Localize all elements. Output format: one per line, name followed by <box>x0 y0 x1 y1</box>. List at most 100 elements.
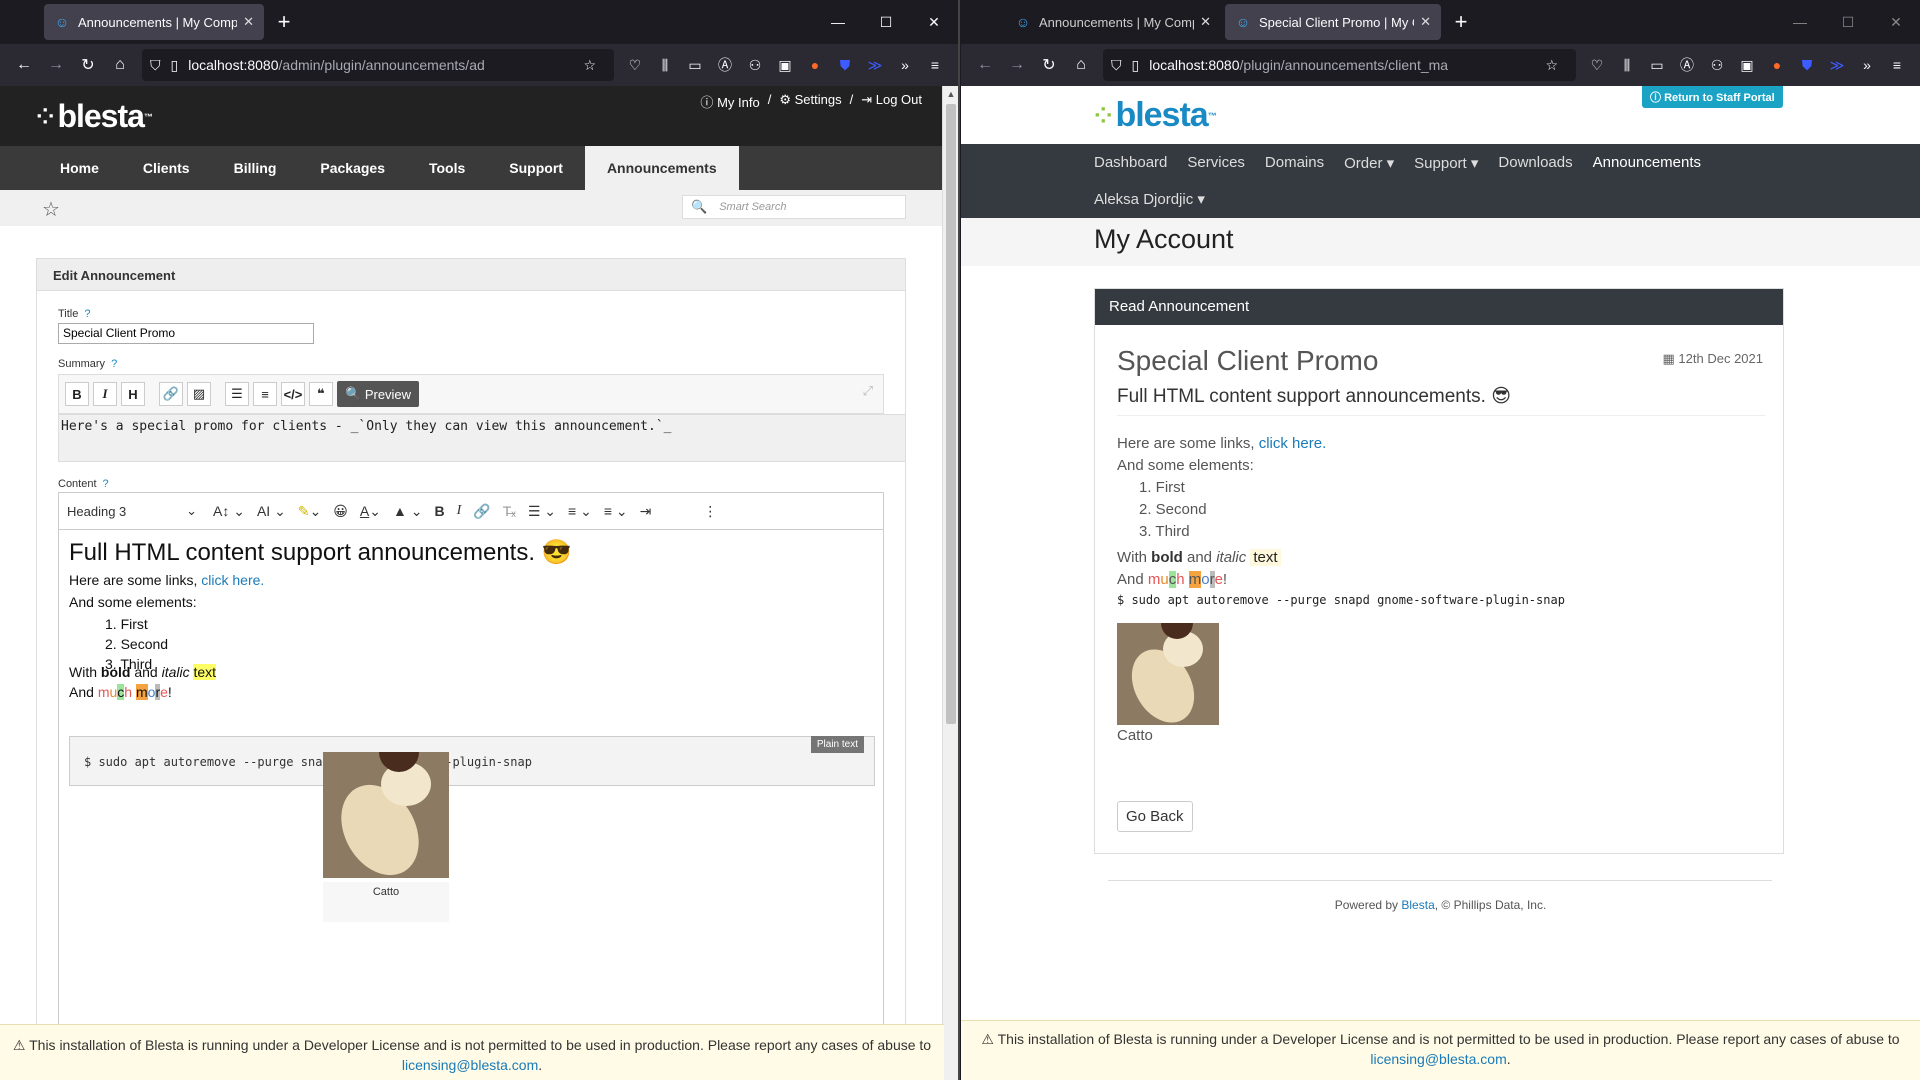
help-icon[interactable]: ? <box>84 308 90 320</box>
extension-a-icon[interactable]: Ⓐ <box>1672 49 1702 81</box>
expand-icon[interactable]: ⤢ <box>863 383 873 399</box>
reload-icon[interactable]: ↻ <box>72 49 104 81</box>
return-to-staff-portal-button[interactable]: ⓘ Return to Staff Portal <box>1642 86 1783 108</box>
preview-button[interactable]: 🔍 Preview <box>337 381 420 407</box>
numbered-list-icon[interactable]: ≡ <box>253 382 277 406</box>
blesta-logo[interactable]: ⁘ blesta ™ <box>1094 96 1217 135</box>
tab-special-client-promo[interactable]: ☺ Special Client Promo | My Comp ✕ <box>1225 4 1441 40</box>
forward-icon[interactable]: → <box>1001 49 1033 81</box>
forward-icon[interactable]: → <box>40 49 72 81</box>
back-icon[interactable]: ← <box>8 49 40 81</box>
back-icon[interactable]: ← <box>969 49 1001 81</box>
bookmark-star-icon[interactable]: ☆ <box>583 57 596 74</box>
close-window-icon[interactable]: ✕ <box>910 0 958 44</box>
help-icon[interactable]: ? <box>103 478 109 490</box>
help-icon[interactable]: ? <box>111 358 117 370</box>
extension-chevron-icon[interactable]: ≫ <box>860 49 890 81</box>
emoji-icon[interactable]: 😀 <box>333 503 348 520</box>
more-options-icon[interactable]: ⋮ <box>703 503 717 520</box>
link-icon[interactable]: 🔗 <box>473 503 490 520</box>
extension-a-icon[interactable]: Ⓐ <box>710 49 740 81</box>
extension-glasses-icon[interactable]: ⚇ <box>740 49 770 81</box>
extension-gray-icon[interactable]: ▣ <box>770 49 800 81</box>
settings-link[interactable]: ⚙ Settings <box>779 92 841 111</box>
image-icon[interactable]: ▨ <box>187 382 211 406</box>
nav-announcements[interactable]: Announcements <box>584 146 739 190</box>
quote-icon[interactable]: ❝ <box>309 382 333 406</box>
heading-dropdown[interactable]: Heading 3 ⌄ <box>67 503 197 519</box>
nav-dashboard[interactable]: Dashboard <box>1094 154 1167 172</box>
menu-icon[interactable]: ≡ <box>920 49 950 81</box>
code-language-label[interactable]: Plain text <box>810 736 864 753</box>
new-tab-button[interactable]: + <box>268 9 300 35</box>
nav-tools[interactable]: Tools <box>407 146 487 190</box>
favorite-star-icon[interactable]: ☆ <box>42 197 60 222</box>
more-extensions-icon[interactable]: » <box>890 49 920 81</box>
licensing-email-link[interactable]: licensing@blesta.com <box>1370 1051 1506 1067</box>
maximize-icon[interactable]: ☐ <box>862 0 910 44</box>
font-size-icon[interactable]: A↕ ⌄ <box>213 503 245 520</box>
scroll-up-icon[interactable]: ▲ <box>943 86 958 102</box>
pocket-icon[interactable]: ♡ <box>1582 49 1612 81</box>
bookmark-star-icon[interactable]: ☆ <box>1545 57 1558 74</box>
italic-icon[interactable]: I <box>457 503 462 519</box>
more-extensions-icon[interactable]: » <box>1852 49 1882 81</box>
font-color-icon[interactable]: A ⌄ <box>360 503 381 520</box>
scroll-thumb[interactable] <box>946 104 956 724</box>
nav-order[interactable]: Order ▾ <box>1344 154 1394 172</box>
nav-clients[interactable]: Clients <box>121 146 212 190</box>
close-tab-icon[interactable]: ✕ <box>1200 14 1211 30</box>
nav-packages[interactable]: Packages <box>298 146 407 190</box>
url-bar[interactable]: ⛉ ▯ localhost:8080/admin/plugin/announce… <box>142 49 614 81</box>
home-icon[interactable]: ⌂ <box>1065 49 1097 81</box>
go-back-button[interactable]: Go Back <box>1117 801 1193 832</box>
extension-glasses-icon[interactable]: ⚇ <box>1702 49 1732 81</box>
title-input[interactable]: Special Client Promo <box>58 323 314 344</box>
numbered-list-icon[interactable]: ≡ ⌄ <box>568 503 592 520</box>
home-icon[interactable]: ⌂ <box>104 49 136 81</box>
nav-downloads[interactable]: Downloads <box>1498 154 1572 172</box>
blesta-logo[interactable]: ⁘ blesta ™ <box>36 98 153 135</box>
user-menu[interactable]: Aleksa Djordjic ▾ <box>1094 190 1205 208</box>
bold-icon[interactable]: B <box>65 382 89 406</box>
sidebar-icon[interactable]: ▭ <box>680 49 710 81</box>
close-window-icon[interactable]: ✕ <box>1872 0 1920 44</box>
nav-support[interactable]: Support <box>487 146 585 190</box>
background-color-icon[interactable]: ▲ ⌄ <box>393 503 422 520</box>
cat-image[interactable] <box>323 752 449 878</box>
blesta-link[interactable]: Blesta <box>1401 898 1434 912</box>
bullet-list-icon[interactable]: ☰ <box>225 382 249 406</box>
duckduckgo-icon[interactable]: ● <box>1762 49 1792 81</box>
close-tab-icon[interactable]: ✕ <box>1420 14 1431 30</box>
nav-home[interactable]: Home <box>38 146 121 190</box>
code-icon[interactable]: </> <box>281 382 305 406</box>
highlight-icon[interactable]: ✎ ⌄ <box>298 503 321 520</box>
library-icon[interactable]: ⫼ <box>1612 49 1642 81</box>
menu-icon[interactable]: ≡ <box>1882 49 1912 81</box>
sidebar-icon[interactable]: ▭ <box>1642 49 1672 81</box>
font-family-icon[interactable]: AI ⌄ <box>257 503 286 520</box>
tab-announcements[interactable]: ☺ Announcements | My Company ✕ <box>44 4 264 40</box>
close-tab-icon[interactable]: ✕ <box>243 14 254 30</box>
my-info-link[interactable]: ⓘ My Info <box>700 92 759 111</box>
wysiwyg-content[interactable]: Full HTML content support announcements.… <box>58 530 884 1080</box>
tab-announcements[interactable]: ☺ Announcements | My Company ✕ <box>1005 4 1221 40</box>
smart-search-input[interactable]: 🔍 Smart Search <box>682 195 906 219</box>
maximize-icon[interactable]: ☐ <box>1824 0 1872 44</box>
ublock-icon[interactable]: ⛊ <box>830 49 860 81</box>
licensing-email-link[interactable]: licensing@blesta.com <box>402 1057 538 1073</box>
nav-billing[interactable]: Billing <box>212 146 299 190</box>
new-tab-button[interactable]: + <box>1445 9 1477 35</box>
bold-icon[interactable]: B <box>434 503 444 519</box>
nav-domains[interactable]: Domains <box>1265 154 1324 172</box>
page-scrollbar[interactable]: ▲ <box>942 86 958 1080</box>
url-bar[interactable]: ⛉ ▯ localhost:8080/plugin/announcements/… <box>1103 49 1576 81</box>
heading-icon[interactable]: H <box>121 382 145 406</box>
extension-gray-icon[interactable]: ▣ <box>1732 49 1762 81</box>
ublock-icon[interactable]: ⛊ <box>1792 49 1822 81</box>
alignment-icon[interactable]: ≡ ⌄ <box>604 503 628 520</box>
italic-icon[interactable]: I <box>93 382 117 406</box>
nav-support[interactable]: Support ▾ <box>1414 154 1478 172</box>
logout-link[interactable]: ⇥ Log Out <box>861 92 922 111</box>
reload-icon[interactable]: ↻ <box>1033 49 1065 81</box>
